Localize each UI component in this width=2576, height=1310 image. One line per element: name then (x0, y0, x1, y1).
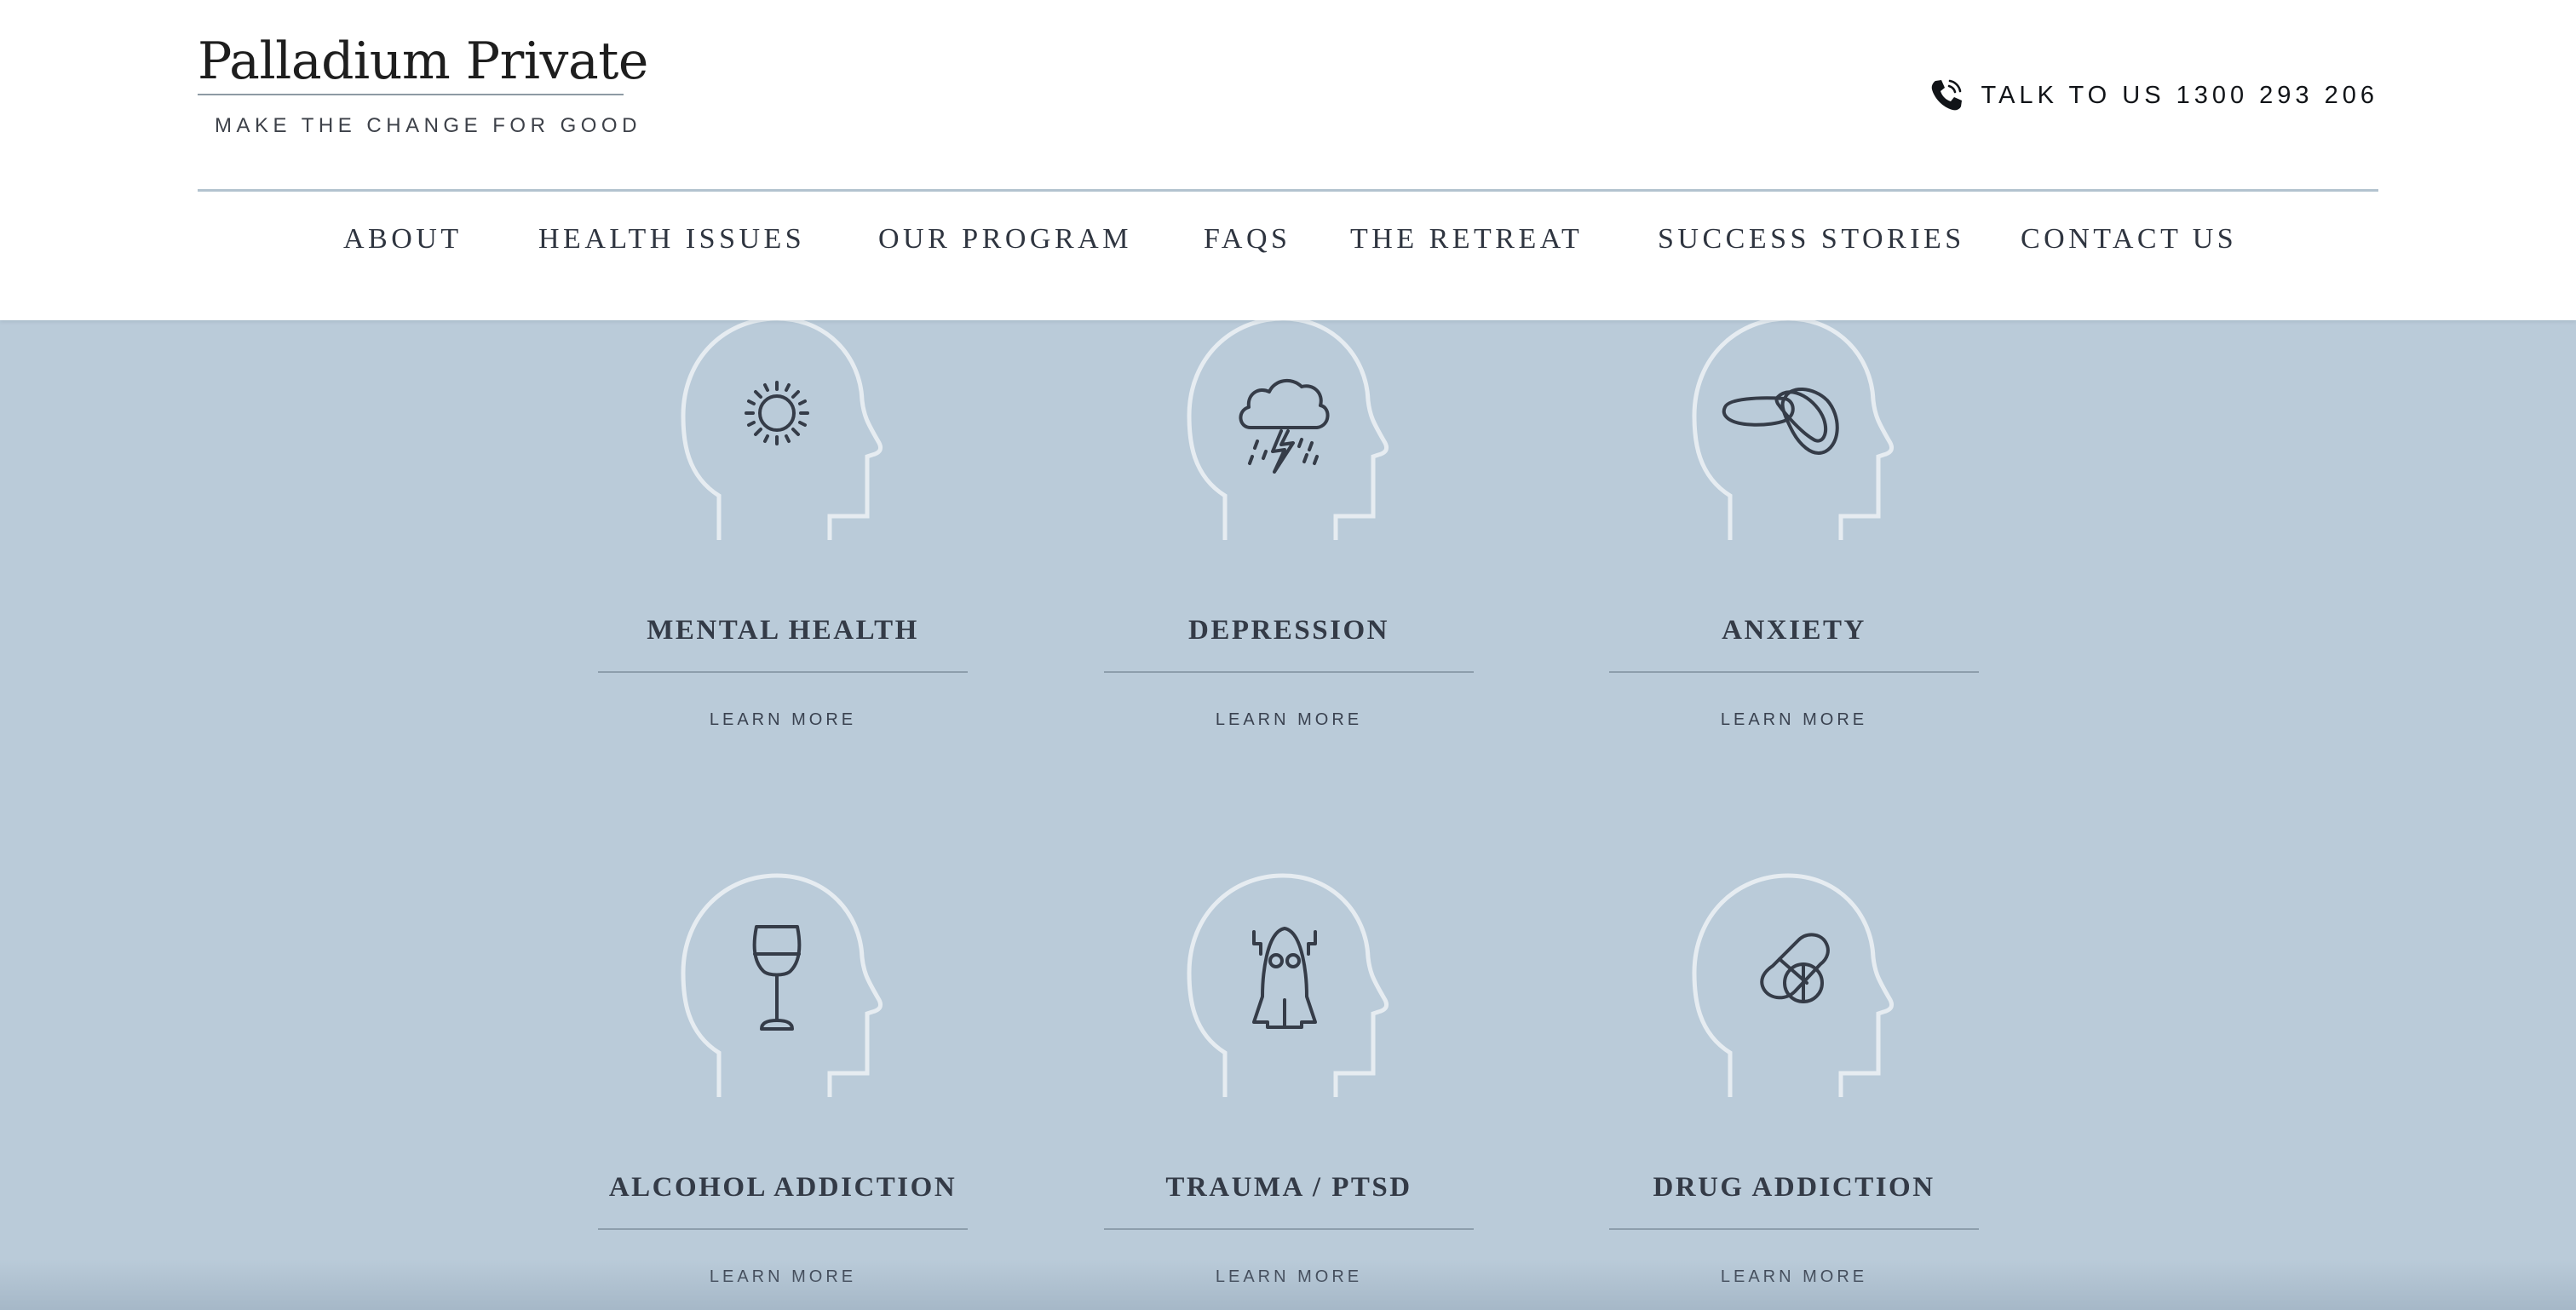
nav-item-the-retreat[interactable]: THE RETREAT (1350, 223, 1583, 256)
head-silhouette (598, 872, 968, 1119)
learn-more-link[interactable]: LEARN MORE (598, 1267, 968, 1287)
card-divider (1609, 1228, 1979, 1230)
pills-icon (1760, 933, 1830, 1003)
learn-more-link[interactable]: LEARN MORE (1104, 710, 1474, 730)
card-title: DRUG ADDICTION (1653, 1172, 1935, 1203)
main-nav: ABOUT HEALTH ISSUES OUR PROGRAM FAQS THE… (0, 223, 2576, 278)
card-title: DEPRESSION (1188, 615, 1389, 646)
nav-item-contact-us[interactable]: CONTACT US (2021, 223, 2237, 256)
storm-cloud-icon (1239, 378, 1330, 474)
brand-logo[interactable]: Palladium Private MAKE THE CHANGE FOR GO… (198, 29, 648, 138)
card-title: MENTAL HEALTH (647, 615, 919, 646)
phone-number[interactable]: TALK TO US 1300 293 206 (1981, 82, 2378, 110)
brand-name[interactable]: Palladium Private (198, 29, 648, 95)
head-silhouette (1609, 315, 1979, 562)
phone-icon (1931, 79, 1962, 111)
nav-item-success-stories[interactable]: SUCCESS STORIES (1658, 223, 1965, 256)
nav-item-our-program[interactable]: OUR PROGRAM (878, 223, 1132, 256)
header-divider (198, 189, 2378, 192)
learn-more-link[interactable]: LEARN MORE (1609, 1267, 1979, 1287)
head-silhouette (1104, 315, 1474, 562)
card-title: ALCOHOL ADDICTION (608, 1172, 957, 1203)
tangled-thoughts-icon (1722, 387, 1839, 455)
site-header: Palladium Private MAKE THE CHANGE FOR GO… (0, 0, 2576, 320)
brand-tagline: MAKE THE CHANGE FOR GOOD (215, 114, 641, 137)
sun-icon (745, 381, 809, 445)
card-title: TRAUMA / PTSD (1165, 1172, 1412, 1203)
learn-more-link[interactable]: LEARN MORE (1609, 710, 1979, 730)
card-divider (1104, 1228, 1474, 1230)
phone-contact[interactable]: TALK TO US 1300 293 206 (1927, 73, 2378, 118)
nav-item-health-issues[interactable]: HEALTH ISSUES (538, 223, 805, 256)
head-silhouette (1104, 872, 1474, 1119)
head-silhouette (598, 315, 968, 562)
learn-more-link[interactable]: LEARN MORE (598, 710, 968, 730)
ghost-icon (1252, 927, 1317, 1029)
nav-item-faqs[interactable]: FAQS (1204, 223, 1291, 256)
card-title: ANXIETY (1722, 615, 1866, 646)
card-divider (1609, 671, 1979, 673)
nav-item-about[interactable]: ABOUT (343, 223, 463, 256)
card-divider (1104, 671, 1474, 673)
card-divider (598, 671, 968, 673)
wine-glass-icon (752, 925, 802, 1031)
learn-more-link[interactable]: LEARN MORE (1104, 1267, 1474, 1287)
card-divider (598, 1228, 968, 1230)
head-silhouette (1609, 872, 1979, 1119)
